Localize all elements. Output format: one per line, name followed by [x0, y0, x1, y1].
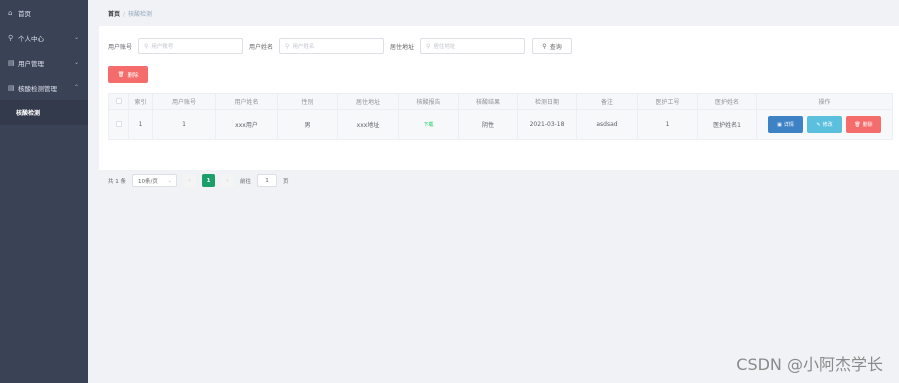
main-content: 首页 / 核酸检测 用户账号 ⚲ 用户账号 用户姓名 ⚲ 用户姓名 居住地址 ⚲ 居…	[99, 0, 899, 383]
sidebar-item-label: 首页	[18, 9, 31, 18]
query-button[interactable]: ⚲ 查询	[532, 38, 572, 54]
watermark: CSDN @小阿杰学长	[736, 355, 883, 374]
detail-button-label: 详情	[783, 122, 794, 128]
sidebar-subitem-nucleic-test[interactable]: 核酸检测	[0, 100, 88, 125]
search-icon: ⚲	[542, 42, 547, 50]
breadcrumb-separator: /	[123, 11, 126, 18]
chevron-right-icon: ›	[226, 177, 229, 184]
column-header: 医护工号	[637, 93, 698, 110]
search-name: 用户姓名 ⚲ 用户姓名	[249, 38, 384, 54]
column-header: 用户姓名	[215, 93, 278, 110]
search-icon: ⚲	[144, 42, 149, 50]
column-header: 居住地址	[337, 93, 399, 110]
sidebar-item-label: 用户管理	[18, 59, 44, 68]
column-header: 核酸结果	[458, 93, 518, 110]
column-header: 检测日期	[517, 93, 577, 110]
bulk-delete-label: 删除	[127, 72, 139, 79]
pagination: 共 1 条 10条/页 ⌄ ‹ 1 › 前往 1 页	[108, 174, 289, 187]
column-header: 用户账号	[152, 93, 216, 110]
row-checkbox[interactable]	[108, 109, 129, 140]
data-table: 索引 用户账号 用户姓名 性别 居住地址 核酸报告 核酸结果 检测日期 备注 医…	[108, 93, 893, 140]
select-all-checkbox[interactable]	[108, 93, 129, 110]
edit-icon: ✎	[816, 121, 821, 128]
page-number-current[interactable]: 1	[202, 174, 215, 187]
name-placeholder: 用户姓名	[292, 44, 315, 50]
cell-gender: 男	[277, 109, 338, 140]
user-icon: ⚲	[8, 33, 14, 42]
chevron-up-icon: ⌃	[73, 84, 79, 91]
sidebar-item-label: 核酸检测管理	[18, 84, 57, 93]
column-header: 操作	[756, 93, 893, 110]
document-icon: ▣	[777, 121, 782, 128]
name-label: 用户姓名	[249, 43, 274, 51]
page-size-value: 10条/页	[138, 178, 158, 185]
cell-account: 1	[152, 109, 216, 140]
report-download-link[interactable]: 下载	[423, 122, 433, 128]
query-button-label: 查询	[549, 43, 562, 51]
chevron-down-icon: ⌄	[73, 34, 79, 41]
content-panel: 用户账号 ⚲ 用户账号 用户姓名 ⚲ 用户姓名 居住地址 ⚲ 居住地址 ⚲ 查询	[99, 26, 899, 187]
column-header: 核酸报告	[398, 93, 459, 110]
sidebar-item-users[interactable]: ▤ 用户管理 ⌄	[0, 50, 88, 75]
cell-actions: ▣ 详情 ✎ 修改 🗑︎ 删除	[756, 109, 893, 140]
account-label: 用户账号	[108, 43, 133, 51]
delete-button[interactable]: 🗑︎ 删除	[846, 116, 881, 133]
account-placeholder: 用户账号	[151, 44, 174, 50]
page-suffix: 页	[283, 178, 289, 185]
chevron-left-icon: ‹	[188, 177, 191, 184]
detail-button[interactable]: ▣ 详情	[768, 116, 803, 133]
chevron-down-icon: ⌄	[167, 177, 172, 184]
table-row: 1 1 xxx用户 男 xxx地址 下载 阴性 2021-03-18 asdsa…	[108, 109, 893, 140]
column-header: 医护姓名	[697, 93, 757, 110]
address-placeholder: 居住地址	[433, 44, 456, 50]
goto-label: 前往	[240, 178, 252, 185]
cell-date: 2021-03-18	[517, 109, 577, 140]
table-header-row: 索引 用户账号 用户姓名 性别 居住地址 核酸报告 核酸结果 检测日期 备注 医…	[108, 93, 893, 110]
page-size-select[interactable]: 10条/页 ⌄	[132, 174, 177, 187]
delete-button-label: 删除	[862, 122, 873, 128]
search-icon: ⚲	[426, 42, 431, 50]
cell-note: asdsad	[576, 109, 638, 140]
column-header: 性别	[277, 93, 338, 110]
pagination-total: 共 1 条	[108, 178, 126, 185]
home-icon: ⌂	[8, 8, 13, 17]
list-icon: ▤	[8, 83, 15, 92]
sidebar-item-nucleic-management[interactable]: ▤ 核酸检测管理 ⌃	[0, 75, 88, 100]
edit-button[interactable]: ✎ 修改	[807, 116, 842, 133]
users-icon: ▤	[8, 58, 15, 67]
trash-icon: 🗑︎	[854, 121, 861, 128]
edit-button-label: 修改	[822, 122, 833, 128]
search-icon: ⚲	[285, 42, 290, 50]
column-header: 索引	[128, 93, 153, 110]
breadcrumb: 首页 / 核酸检测	[108, 9, 152, 18]
cell-staff-no: 1	[637, 109, 698, 140]
cell-index: 1	[128, 109, 153, 140]
name-input[interactable]: ⚲ 用户姓名	[279, 38, 384, 54]
chevron-down-icon: ⌄	[73, 59, 79, 66]
address-input[interactable]: ⚲ 居住地址	[420, 38, 525, 54]
sidebar: ⌂ 首页 ⚲ 个人中心 ⌄ ▤ 用户管理 ⌄ ▤ 核酸检测管理 ⌃ 核酸检测	[0, 0, 88, 383]
account-input[interactable]: ⚲ 用户账号	[138, 38, 243, 54]
cell-report: 下载	[398, 109, 459, 140]
cell-name: xxx用户	[215, 109, 278, 140]
search-address: 居住地址 ⚲ 居住地址	[390, 38, 525, 54]
search-account: 用户账号 ⚲ 用户账号	[108, 38, 243, 54]
prev-page-button[interactable]: ‹	[183, 174, 196, 187]
cell-result: 阴性	[458, 109, 518, 140]
next-page-button[interactable]: ›	[221, 174, 234, 187]
sidebar-item-label: 个人中心	[18, 34, 44, 43]
breadcrumb-home[interactable]: 首页	[108, 11, 120, 18]
trash-icon: 🗑︎	[117, 71, 125, 78]
bulk-delete-button[interactable]: 🗑︎ 删除	[108, 66, 148, 83]
cell-staff-name: 医护姓名1	[697, 109, 757, 140]
breadcrumb-current: 核酸检测	[128, 11, 153, 18]
sidebar-item-profile[interactable]: ⚲ 个人中心 ⌄	[0, 25, 88, 50]
column-header: 备注	[576, 93, 638, 110]
goto-page-input[interactable]: 1	[257, 174, 278, 187]
cell-address: xxx地址	[337, 109, 399, 140]
address-label: 居住地址	[390, 43, 415, 51]
sidebar-item-home[interactable]: ⌂ 首页	[0, 0, 88, 25]
